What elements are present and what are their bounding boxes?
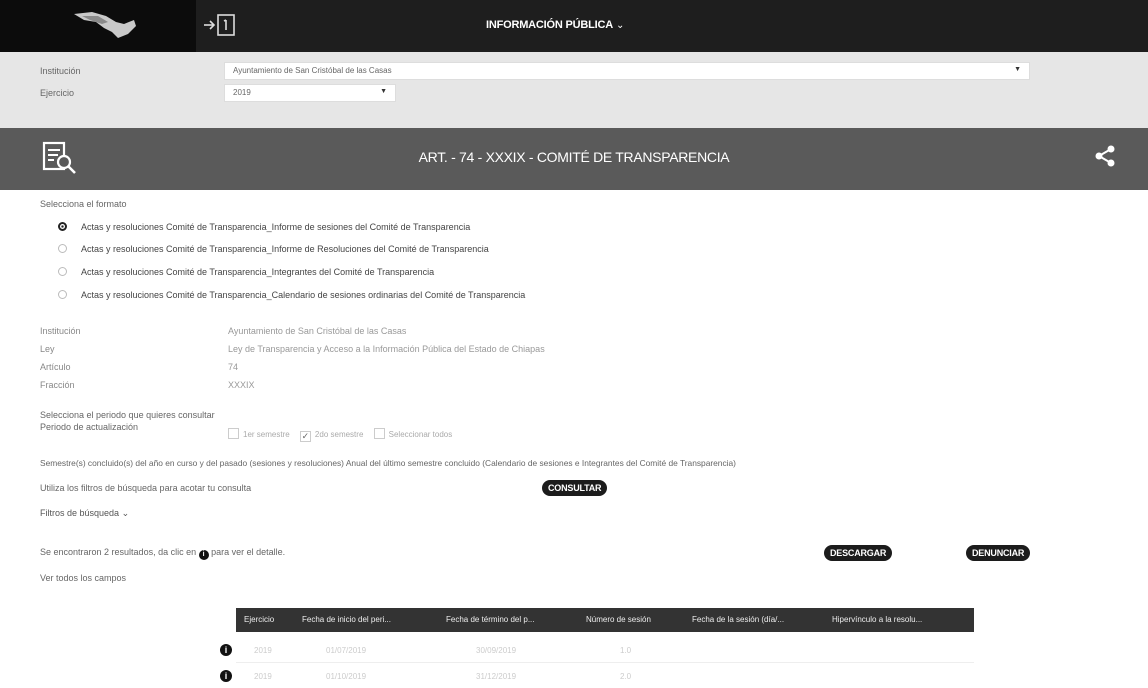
cell: 01/07/2019: [326, 646, 367, 655]
top-bar: INFORMACIÓN PÚBLICA ⌄: [0, 0, 1148, 52]
info-icon[interactable]: i: [220, 670, 232, 682]
descargar-button[interactable]: DESCARGAR: [824, 545, 893, 561]
cell: 2019: [254, 646, 272, 655]
ejercicio-select-value: 2019: [233, 88, 251, 97]
meta-institucion-value: Ayuntamiento de San Cristóbal de las Cas…: [228, 326, 407, 336]
consultar-button[interactable]: CONSULTAR: [542, 480, 608, 496]
meta-articulo-label: Artículo: [40, 362, 71, 372]
period-note: Semestre(s) concluido(s) del año en curs…: [40, 458, 736, 468]
period-option-label: 2do semestre: [314, 430, 364, 439]
checkbox[interactable]: [373, 428, 385, 439]
table-row: i 2019 01/07/2019 30/09/2019 1.0: [214, 638, 974, 662]
period-option-label: 1er semestre: [243, 430, 290, 439]
institucion-select-value: Ayuntamiento de San Cristóbal de las Cas…: [233, 66, 392, 75]
column-header[interactable]: Ejercicio: [244, 615, 274, 624]
column-header[interactable]: Fecha de inicio del peri...: [302, 615, 391, 624]
meta-fraccion-value: XXXIX: [228, 380, 255, 390]
meta-ley-value: Ley de Transparencia y Acceso a la Infor…: [228, 344, 545, 354]
format-option-informe-resoluciones[interactable]: Actas y resoluciones Comité de Transpare…: [58, 244, 489, 254]
column-header[interactable]: Hipervínculo a la resolu...: [832, 615, 922, 624]
period-option-label: Seleccionar todos: [388, 430, 453, 439]
search-hint: Utiliza los filtros de búsqueda para aco…: [40, 483, 252, 493]
filters-toggle-label: Filtros de búsqueda: [40, 508, 120, 518]
checkbox[interactable]: [228, 428, 239, 439]
logo-block: [0, 0, 196, 52]
column-header[interactable]: Número de sesión: [586, 615, 651, 624]
radio[interactable]: [58, 267, 67, 276]
period-option-2do[interactable]: ✓ 2do semestre: [299, 430, 364, 442]
format-option-integrantes[interactable]: Actas y resoluciones Comité de Transpare…: [58, 267, 434, 277]
meta-articulo-value: 74: [228, 362, 239, 372]
info-icon[interactable]: i: [220, 644, 232, 656]
results-summary-text: Se encontraron 2 resultados, da clic en: [40, 547, 197, 557]
info-icon: i: [198, 550, 209, 560]
chevron-down-icon: ⌄: [121, 508, 130, 518]
format-option-informe-sesiones[interactable]: Actas y resoluciones Comité de Transpare…: [58, 222, 470, 232]
ejercicio-select[interactable]: 2019 ▼: [224, 84, 396, 102]
ver-todos-campos-link[interactable]: Ver todos los campos: [40, 573, 126, 583]
search-filters-toggle[interactable]: Filtros de búsqueda ⌄: [40, 508, 129, 519]
denunciar-button[interactable]: DENUNCIAR: [966, 545, 1031, 561]
radio[interactable]: [58, 290, 67, 299]
results-summary: Se encontraron 2 resultados, da clic en …: [40, 547, 285, 560]
row-divider: [236, 662, 974, 663]
mexico-map-logo-icon: [74, 12, 136, 38]
format-option-label: Actas y resoluciones Comité de Transpare…: [81, 244, 489, 254]
login-exit-icon[interactable]: [200, 10, 240, 40]
format-prompt: Selecciona el formato: [40, 199, 127, 209]
informacion-publica-menu[interactable]: INFORMACIÓN PÚBLICA ⌄: [486, 19, 624, 31]
table-header: Ejercicio Fecha de inicio del peri... Fe…: [236, 608, 974, 632]
results-summary-text: para ver el detalle.: [211, 547, 286, 557]
cell: 2.0: [620, 672, 632, 681]
cell: 31/12/2019: [476, 672, 517, 681]
period-option-todos[interactable]: Seleccionar todos: [373, 428, 453, 439]
column-header[interactable]: Fecha de la sesión (día/...: [692, 615, 784, 624]
section-title: ART. - 74 - XXXIX - COMITÉ DE TRANSPAREN…: [418, 149, 730, 165]
share-icon[interactable]: [1092, 143, 1118, 169]
menu-label: INFORMACIÓN PÚBLICA: [486, 19, 613, 31]
caret-down-icon: ▼: [380, 88, 387, 95]
caret-down-icon: ▼: [1014, 66, 1021, 73]
cell: 1.0: [620, 646, 632, 655]
format-option-label: Actas y resoluciones Comité de Transpare…: [81, 290, 526, 300]
meta-institucion-label: Institución: [40, 326, 81, 336]
meta-fraccion-label: Fracción: [40, 380, 75, 390]
table-row: i 2019 01/10/2019 31/12/2019 2.0: [214, 664, 974, 688]
period-options: 1er semestre ✓ 2do semestre Seleccionar t…: [228, 428, 460, 442]
radio-selected[interactable]: [58, 222, 67, 231]
format-option-label: Actas y resoluciones Comité de Transpare…: [81, 222, 471, 232]
cell: 30/09/2019: [476, 646, 517, 655]
format-option-calendario[interactable]: Actas y resoluciones Comité de Transpare…: [58, 290, 525, 300]
checkbox-checked[interactable]: ✓: [299, 431, 311, 442]
ejercicio-label: Ejercicio: [40, 88, 75, 98]
institucion-label: Institución: [40, 66, 81, 76]
period-prompt: Selecciona el periodo que quieres consul…: [40, 410, 215, 420]
meta-ley-label: Ley: [40, 344, 55, 354]
period-option-1er[interactable]: 1er semestre: [228, 428, 290, 439]
radio[interactable]: [58, 244, 67, 253]
institucion-select[interactable]: Ayuntamiento de San Cristóbal de las Cas…: [224, 62, 1030, 80]
period-label: Periodo de actualización: [40, 422, 139, 432]
format-option-label: Actas y resoluciones Comité de Transpare…: [81, 267, 435, 277]
cell: 01/10/2019: [326, 672, 367, 681]
cell: 2019: [254, 672, 272, 681]
chevron-down-icon: ⌄: [615, 20, 625, 31]
column-header[interactable]: Fecha de término del p...: [446, 615, 535, 624]
